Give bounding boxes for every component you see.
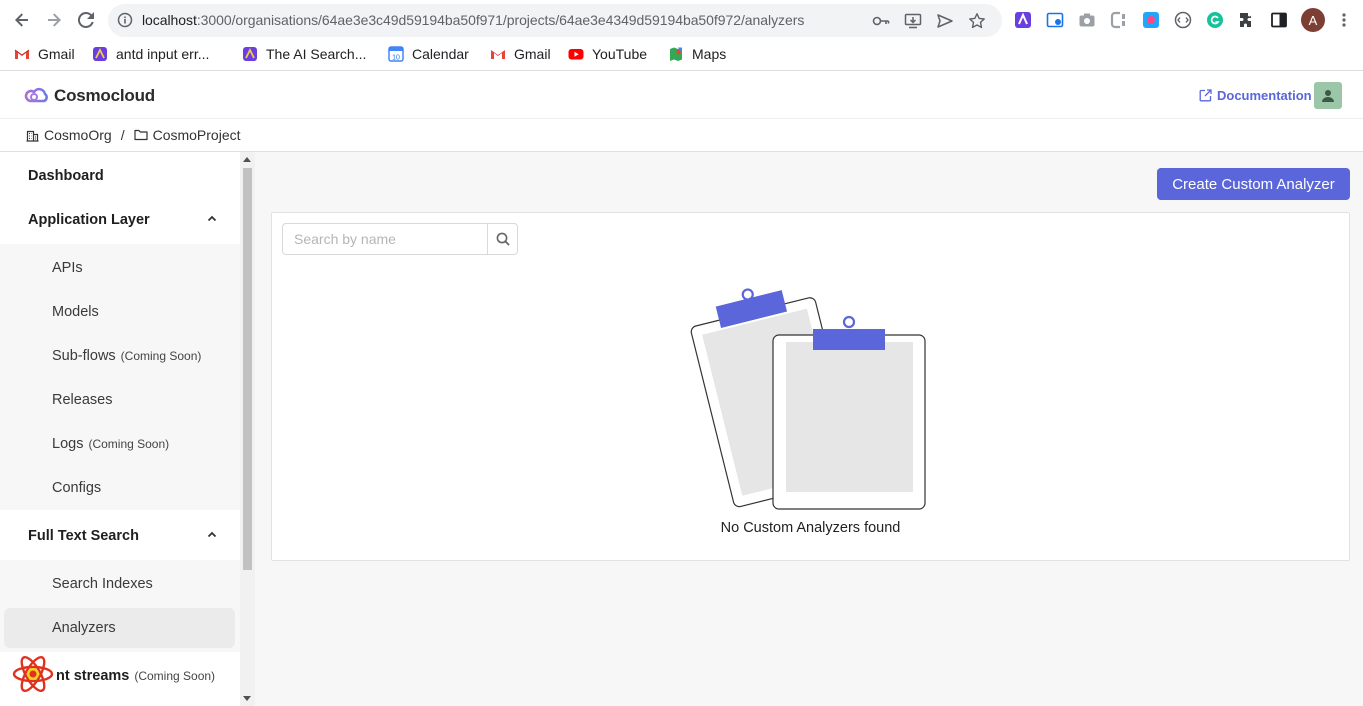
sidebar-item-analyzers[interactable]: Analyzers bbox=[4, 608, 235, 648]
empty-clipboard-illustration bbox=[690, 288, 926, 510]
sidebar-item-label: Search Indexes bbox=[52, 576, 153, 592]
bookmarks-bar: Gmail antd input err... The AI Search...… bbox=[0, 40, 1363, 71]
scroll-down-arrow-icon[interactable] bbox=[243, 696, 251, 702]
sidebar-item-label: Sub-flows bbox=[52, 348, 116, 364]
bookmark-calendar[interactable]: 10 Calendar bbox=[388, 46, 469, 62]
sidebar-item-configs[interactable]: Configs bbox=[0, 466, 240, 510]
bookmark-label: YouTube bbox=[592, 46, 648, 62]
breadcrumb-separator: / bbox=[120, 127, 125, 143]
brand-logo[interactable]: Cosmocloud bbox=[24, 86, 155, 106]
scroll-up-arrow-icon[interactable] bbox=[243, 156, 251, 162]
sidebar: Dashboard Application Layer APIs Models … bbox=[0, 152, 240, 706]
sidebar-item-sub-flows[interactable]: Sub-flows (Coming Soon) bbox=[0, 334, 240, 378]
extension-icon[interactable] bbox=[1142, 11, 1160, 29]
gmail-icon bbox=[491, 50, 505, 59]
bookmark-ai-search[interactable]: The AI Search... bbox=[242, 46, 366, 62]
sidebar-item-logs[interactable]: Logs (Coming Soon) bbox=[0, 422, 240, 466]
reload-icon[interactable] bbox=[74, 8, 98, 32]
user-icon bbox=[1322, 89, 1334, 102]
side-panel-icon[interactable] bbox=[1270, 11, 1288, 29]
grammarly-icon[interactable] bbox=[1206, 11, 1224, 29]
bookmark-label: antd input err... bbox=[116, 46, 210, 62]
coming-soon-badge: (Coming Soon) bbox=[134, 669, 216, 683]
ai-search-icon bbox=[243, 47, 257, 61]
install-app-icon[interactable] bbox=[904, 12, 922, 30]
documentation-label: Documentation bbox=[1217, 88, 1312, 103]
svg-text:10: 10 bbox=[392, 55, 400, 62]
sidebar-item-apis[interactable]: APIs bbox=[0, 246, 240, 290]
folder-icon bbox=[133, 129, 148, 141]
bookmark-label: The AI Search... bbox=[266, 46, 367, 62]
calendar-icon: 10 bbox=[388, 46, 404, 62]
building-icon bbox=[26, 130, 39, 142]
brand-name: Cosmocloud bbox=[54, 86, 155, 105]
youtube-icon bbox=[568, 49, 584, 60]
breadcrumb-project-label: CosmoProject bbox=[152, 127, 241, 143]
back-icon[interactable] bbox=[10, 8, 34, 32]
camera-icon[interactable] bbox=[1078, 11, 1096, 29]
maps-icon bbox=[670, 47, 682, 61]
sidebar-item-search-indexes[interactable]: Search Indexes bbox=[0, 562, 240, 606]
menu-kebab-icon[interactable] bbox=[1336, 12, 1352, 28]
bookmark-label: Calendar bbox=[412, 46, 469, 62]
sidebar-item-label: Dashboard bbox=[28, 168, 104, 184]
send-icon[interactable] bbox=[936, 12, 954, 30]
url-text[interactable]: localhost:3000/organisations/64ae3e3c49d… bbox=[142, 12, 804, 28]
user-avatar[interactable] bbox=[1314, 82, 1342, 109]
create-custom-analyzer-button[interactable]: Create Custom Analyzer bbox=[1157, 168, 1350, 200]
sidebar-item-models[interactable]: Models bbox=[0, 290, 240, 334]
documentation-link[interactable]: Documentation bbox=[1199, 88, 1312, 103]
empty-state-message: No Custom Analyzers found bbox=[720, 520, 901, 536]
bookmark-gmail-2[interactable]: Gmail bbox=[490, 46, 551, 62]
extension-icon[interactable] bbox=[1046, 11, 1064, 29]
coming-soon-badge: (Coming Soon) bbox=[120, 349, 202, 363]
sidebar-item-label: Analyzers bbox=[52, 620, 116, 636]
sidebar-item-label: Models bbox=[52, 304, 99, 320]
extension-icon[interactable] bbox=[1014, 11, 1032, 29]
sidebar-item-releases[interactable]: Releases bbox=[0, 378, 240, 422]
react-devtools-icon[interactable] bbox=[12, 654, 54, 694]
ai-search-icon bbox=[93, 47, 107, 61]
search-button[interactable] bbox=[487, 223, 518, 255]
search-icon bbox=[496, 232, 510, 246]
breadcrumb-org[interactable]: CosmoOrg bbox=[26, 127, 112, 143]
bookmark-label: Gmail bbox=[38, 46, 75, 62]
extension-icon[interactable] bbox=[1174, 11, 1192, 29]
bookmark-youtube[interactable]: YouTube bbox=[568, 46, 647, 62]
bookmark-label: Gmail bbox=[514, 46, 551, 62]
browser-toolbar: localhost:3000/organisations/64ae3e3c49d… bbox=[0, 0, 1363, 40]
sidebar-item-label: Configs bbox=[52, 480, 102, 496]
address-bar[interactable]: localhost:3000/organisations/64ae3e3c49d… bbox=[108, 4, 1002, 37]
sidebar-group-application-layer[interactable]: Application Layer bbox=[0, 198, 240, 242]
cosmocloud-logo-icon bbox=[24, 87, 48, 103]
gmail-icon bbox=[14, 49, 30, 59]
extension-icon[interactable] bbox=[1110, 11, 1128, 29]
sidebar-scroll-thumb[interactable] bbox=[243, 168, 252, 570]
key-icon[interactable] bbox=[872, 12, 890, 30]
sidebar-item-label: Logs bbox=[52, 436, 84, 452]
bookmark-maps[interactable]: Maps bbox=[668, 46, 726, 62]
sidebar-item-label: APIs bbox=[52, 260, 83, 276]
coming-soon-badge: (Coming Soon) bbox=[88, 437, 170, 451]
search-input[interactable] bbox=[282, 223, 487, 255]
external-link-icon bbox=[1199, 89, 1212, 102]
sidebar-group-label: Application Layer bbox=[28, 212, 150, 228]
bookmark-antd[interactable]: antd input err... bbox=[92, 46, 209, 62]
app-header: Cosmocloud Documentation bbox=[0, 72, 1363, 119]
breadcrumb: CosmoOrg / CosmoProject bbox=[0, 119, 1363, 152]
star-icon[interactable] bbox=[968, 12, 986, 30]
search-bar bbox=[282, 223, 518, 255]
breadcrumb-project[interactable]: CosmoProject bbox=[133, 127, 241, 143]
sidebar-item-label: nt streams bbox=[56, 668, 130, 684]
chevron-up-icon bbox=[207, 215, 217, 222]
bookmark-gmail[interactable]: Gmail bbox=[14, 46, 75, 62]
profile-avatar[interactable]: A bbox=[1301, 8, 1325, 32]
bookmark-label: Maps bbox=[692, 46, 727, 62]
sidebar-item-label: Releases bbox=[52, 392, 113, 408]
puzzle-icon[interactable] bbox=[1238, 11, 1256, 29]
breadcrumb-org-label: CosmoOrg bbox=[44, 127, 112, 143]
forward-icon[interactable] bbox=[42, 8, 66, 32]
sidebar-item-dashboard[interactable]: Dashboard bbox=[0, 154, 240, 198]
site-info-icon[interactable] bbox=[117, 12, 133, 28]
